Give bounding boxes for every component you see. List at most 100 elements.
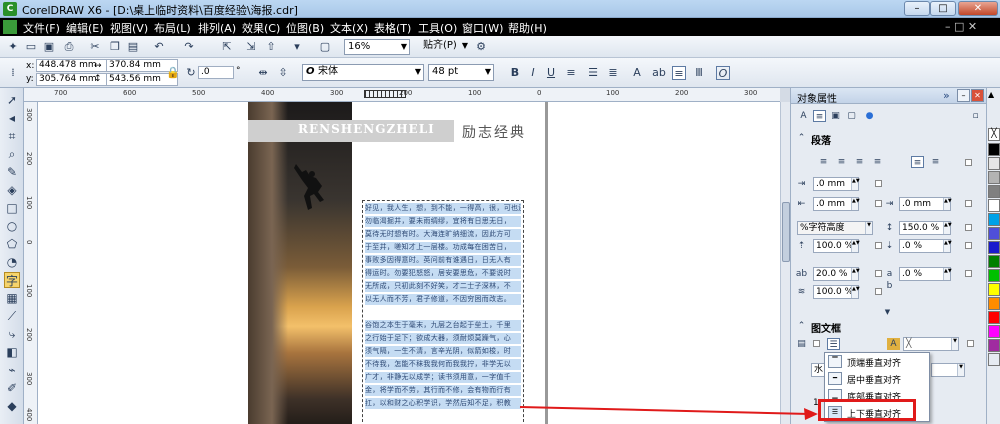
align-top-option[interactable]: 顶端垂直对齐	[847, 356, 901, 369]
color-swatch[interactable]	[988, 283, 1000, 296]
minimize-button[interactable]: –	[904, 1, 930, 16]
eyedropper-icon[interactable]: ⌁	[4, 362, 20, 378]
frame-wrap-select[interactable]: ▼	[931, 363, 965, 377]
basic-shapes-icon[interactable]: ◔	[4, 254, 20, 270]
menu-help[interactable]: 帮助(H)	[508, 20, 547, 36]
before-checkbox[interactable]	[875, 242, 882, 249]
internet-tab-icon[interactable]: ●	[863, 110, 876, 122]
import-icon[interactable]: ⇱	[220, 40, 234, 54]
rectangle-tool-icon[interactable]: □	[4, 200, 20, 216]
collapse-paragraph-icon[interactable]: ⌃	[795, 132, 808, 144]
italic-icon[interactable]: I	[526, 66, 540, 80]
left-indent-checkbox[interactable]	[875, 200, 882, 207]
frame-color-icon[interactable]: A	[887, 338, 900, 350]
lang-spacing-checkbox[interactable]	[875, 288, 882, 295]
more-options-icon[interactable]: ▼	[881, 306, 894, 318]
bold-icon[interactable]: B	[508, 66, 522, 80]
lang-spacing-field[interactable]: 100.0 % ▲▼	[813, 285, 860, 299]
color-swatch[interactable]	[988, 227, 1000, 240]
paragraph-text-frame[interactable]: 好见，我人生，想，到不能，一得高，很，可也还，去为了什么 勿临渴掘井，要未雨绸缪…	[362, 200, 524, 424]
color-swatch[interactable]	[988, 339, 1000, 352]
dimension-tool-icon[interactable]: ⟋	[4, 308, 20, 324]
color-swatch[interactable]	[988, 269, 1000, 282]
docker-close-button[interactable]: ✕	[971, 89, 984, 102]
save-icon[interactable]: ▣	[42, 40, 56, 54]
docker-minimize-button[interactable]: –	[957, 89, 970, 102]
left-indent-field[interactable]: .0 mm ▲▼	[813, 197, 860, 211]
frame-fill-checkbox[interactable]	[813, 340, 820, 347]
align-left-icon[interactable]: ≡	[835, 156, 848, 168]
bullets-icon[interactable]: ☰	[586, 66, 600, 80]
color-swatch[interactable]	[988, 157, 1000, 170]
smart-fill-icon[interactable]: ◈	[4, 182, 20, 198]
blend-tool-icon[interactable]: ◧	[4, 344, 20, 360]
menu-text[interactable]: 文本(X)	[330, 20, 368, 36]
pick-tool-icon[interactable]: ➚	[4, 92, 20, 108]
options-icon[interactable]: ⚙	[474, 40, 488, 54]
align-center-icon[interactable]: ≡	[853, 156, 866, 168]
right-indent-field[interactable]: .0 mm ▲▼	[899, 197, 952, 211]
maximize-button[interactable]: □	[930, 1, 956, 16]
docker-settings-icon[interactable]: ▫	[969, 110, 982, 122]
right-indent-checkbox[interactable]	[965, 200, 972, 207]
menu-bitmaps[interactable]: 位图(B)	[286, 20, 324, 36]
first-indent-checkbox[interactable]	[875, 180, 882, 187]
interactive-opentype-icon[interactable]: O	[716, 66, 730, 80]
mirror-v-icon[interactable]: ⇳	[276, 66, 290, 80]
connector-tool-icon[interactable]: ⤷	[4, 326, 20, 342]
align-icon[interactable]: ≡	[564, 66, 578, 80]
climber-photo[interactable]	[248, 102, 352, 424]
align-checkbox[interactable]	[965, 159, 972, 166]
justify-full-icon[interactable]: ≡	[911, 156, 924, 168]
color-swatch[interactable]	[988, 213, 1000, 226]
vertical-scrollbar[interactable]	[780, 102, 790, 424]
horizontal-text-icon[interactable]: ≡	[672, 66, 686, 80]
underline-icon[interactable]: U	[544, 66, 558, 80]
print-icon[interactable]: ⎙	[62, 40, 76, 54]
first-line-indent-field[interactable]: .0 mm ▲▼	[813, 177, 860, 191]
cut-icon[interactable]: ✂	[88, 40, 102, 54]
color-swatch[interactable]	[988, 185, 1000, 198]
line-spacing-checkbox[interactable]	[965, 224, 972, 231]
doc-icon[interactable]	[3, 20, 17, 34]
paragraph-tab-icon[interactable]: ≡	[813, 110, 826, 122]
palette-scroll-up-icon[interactable]: ▲	[988, 90, 994, 99]
color-swatch[interactable]	[988, 143, 1000, 156]
character-tab-icon[interactable]: A	[797, 110, 810, 122]
launcher-icon[interactable]: ▾	[290, 40, 304, 54]
spacing-unit-select[interactable]: %字符高度 ▼	[797, 221, 873, 235]
after-checkbox[interactable]	[965, 242, 972, 249]
copy-icon[interactable]: ❐	[108, 40, 122, 54]
export-icon[interactable]: ⇲	[244, 40, 258, 54]
color-swatch[interactable]	[988, 199, 1000, 212]
word-spacing-field[interactable]: .0 % ▲▼	[899, 267, 952, 281]
redo-icon[interactable]: ↷	[182, 40, 196, 54]
text-tool-icon[interactable]: 字	[4, 272, 20, 288]
line-spacing-field[interactable]: 150.0 % ▲▼	[899, 221, 952, 235]
text-properties-icon[interactable]: A	[630, 66, 644, 80]
horizontal-ruler[interactable]: 700 600 500 400 300 200 100 0 100 200 30…	[24, 88, 780, 102]
color-swatch[interactable]	[988, 325, 1000, 338]
color-swatch[interactable]	[988, 297, 1000, 310]
paste-icon[interactable]: ▤	[126, 40, 140, 54]
menu-file[interactable]: 文件(F)	[23, 20, 60, 36]
drawing-canvas[interactable]: RENSHENGZHELI 励志经典 好见，我人生，想，到不能，一得高，很，可也…	[38, 102, 780, 424]
zoom-level-select[interactable]: 16% ▼	[344, 39, 410, 55]
shape-tool-icon[interactable]: ◂	[4, 110, 20, 126]
menu-view[interactable]: 视图(V)	[110, 20, 148, 36]
polygon-tool-icon[interactable]: ⬠	[4, 236, 20, 252]
menu-effects[interactable]: 效果(C)	[242, 20, 280, 36]
open-icon[interactable]: ▭	[24, 40, 38, 54]
banner-text[interactable]: RENSHENGZHELI	[298, 122, 435, 136]
before-paragraph-field[interactable]: 100.0 % ▲▼	[813, 239, 860, 253]
frame-tab-icon[interactable]: ▣	[829, 110, 842, 122]
crop-tool-icon[interactable]: ⌗	[4, 128, 20, 144]
mdi-controls[interactable]: – □ ✕	[945, 20, 977, 33]
dropcap-icon[interactable]: ≣	[606, 66, 620, 80]
poster-heading[interactable]: 励志经典	[462, 122, 526, 142]
menu-window[interactable]: 窗口(W)	[462, 20, 503, 36]
table-tool-icon[interactable]: ▦	[4, 290, 20, 306]
tab-marker[interactable]	[364, 90, 406, 98]
mirror-h-icon[interactable]: ⇹	[256, 66, 270, 80]
after-paragraph-field[interactable]: .0 % ▲▼	[899, 239, 952, 253]
